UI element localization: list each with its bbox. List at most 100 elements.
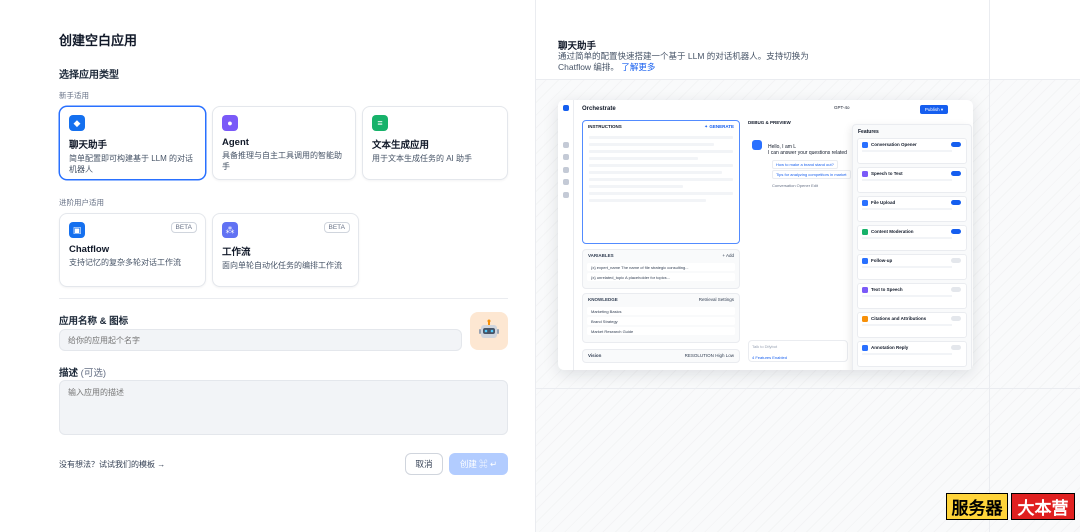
app-desc-input[interactable] (59, 380, 508, 435)
mini-text-line (589, 164, 733, 167)
mini-resolution-label: RESOLUTION (684, 353, 714, 358)
mini-chat-input: Talk to Difybot 4 Features Enabled (748, 340, 848, 362)
mini-text-line (862, 179, 952, 181)
mini-feature-name: Follow-up (871, 258, 893, 263)
mini-kb-row: Brand Strategy (587, 317, 735, 325)
mini-chat-line: I can answer your questions related (768, 150, 847, 156)
mini-add-label: + Add (722, 253, 734, 258)
mini-sidebar (558, 100, 574, 370)
app-type-card-chatbot[interactable]: ◆ 聊天助手 简单配置即可构建基于 LLM 的对话机器人 (59, 106, 206, 180)
mini-text-line (589, 192, 733, 195)
mini-feature-item: Speech to Text (857, 167, 967, 193)
beta-badge: BETA (323, 222, 350, 233)
mini-feature-name: Content Moderation (871, 229, 914, 234)
watermark-part1: 服务器 (946, 493, 1008, 520)
mini-feature-icon (862, 316, 868, 322)
try-templates-link[interactable]: 没有想法？试试我们的模板 → (59, 459, 165, 470)
card-title: Chatflow (69, 244, 110, 255)
agent-icon: ● (222, 115, 238, 131)
mini-text-line (862, 150, 952, 152)
create-button[interactable]: 创建 ⌘ ↵ (449, 453, 508, 475)
mini-features-enabled: 4 Features Enabled (752, 355, 787, 360)
beginner-group-label: 新手适用 (59, 91, 89, 100)
card-desc: 支持记忆的复杂多轮对话工作流 (69, 258, 181, 267)
mini-feature-icon (862, 142, 868, 148)
app-type-card-chatflow[interactable]: ▣ BETA Chatflow 支持记忆的复杂多轮对话工作流 (59, 213, 206, 287)
mini-nav-icon (563, 192, 569, 198)
mini-text-line (589, 171, 722, 174)
optional-hint: (可选) (80, 368, 106, 379)
mini-feature-item: Citations and Attributions (857, 312, 967, 338)
mini-opener-label: Conversation Opener Edit (772, 183, 819, 188)
app-name-label: 应用名称 & 图标 (59, 316, 129, 327)
card-title: 聊天助手 (69, 140, 108, 151)
mini-bot-avatar (752, 140, 762, 150)
cancel-button[interactable]: 取消 (405, 453, 443, 475)
mini-variables-panel: VARIABLES + Add {x} expert_name The name… (582, 249, 740, 289)
card-desc: 简单配置即可构建基于 LLM 的对话机器人 (69, 154, 194, 174)
card-title: 文本生成应用 (372, 140, 430, 151)
mini-nav-icon (563, 142, 569, 148)
card-title: 工作流 (222, 247, 251, 258)
mini-text-line (589, 136, 733, 139)
card-desc: 具备推理与自主工具调用的智能助手 (222, 151, 342, 171)
mini-kb-row: Market Research Guide (587, 327, 735, 335)
mini-vision-header: Vision RESOLUTION High Low (583, 350, 739, 361)
mini-high-label: High (715, 353, 725, 358)
mini-text-line (862, 295, 952, 297)
mini-text-line (862, 324, 952, 326)
mini-feature-item: Conversation Opener (857, 138, 967, 164)
beta-badge: BETA (170, 222, 197, 233)
mini-features-list: Conversation Opener Speech to Text File Up… (853, 138, 971, 367)
mini-feature-name: File Upload (871, 200, 896, 205)
mini-feature-toggle (951, 142, 961, 147)
learn-more-link[interactable]: 了解更多 (621, 62, 655, 72)
mini-feature-icon (862, 345, 868, 351)
mini-features-title: Features (858, 129, 879, 135)
grid-line (536, 388, 1080, 389)
mini-vision-panel: Vision RESOLUTION High Low (582, 349, 740, 363)
mini-model-label: GPT-4o (834, 105, 850, 110)
mini-feature-item: Follow-up (857, 254, 967, 280)
chatflow-icon: ▣ (69, 222, 85, 238)
app-icon-picker[interactable] (470, 312, 508, 350)
app-type-card-completion[interactable]: ≡ 文本生成应用 用于文本生成任务的 AI 助手 (362, 106, 508, 180)
mini-low-label: Low (725, 353, 734, 358)
mini-feature-item: Content Moderation (857, 225, 967, 251)
mini-feature-toggle (951, 171, 961, 176)
mini-text-line (862, 208, 952, 210)
mini-nav-icon (563, 179, 569, 185)
mini-text-line (862, 237, 952, 239)
card-desc: 面向单轮自动化任务的编排工作流 (222, 261, 342, 270)
mini-feature-icon (862, 229, 868, 235)
preview-title: 聊天助手 (558, 41, 597, 52)
mini-feature-toggle (951, 258, 961, 263)
workflow-icon: ⁂ (222, 222, 238, 238)
mini-feature-name: Conversation Opener (871, 142, 917, 147)
app-name-input[interactable] (59, 329, 462, 351)
desc-label-text: 描述 (59, 368, 79, 379)
mini-var-row: {x} unrelated_topic A placeholder for to… (587, 273, 735, 281)
mini-suggestion: Tips for analyzing competitors in market (772, 170, 851, 179)
mini-feature-name: Speech to Text (871, 171, 903, 176)
mini-feature-name: Text to Speech (871, 287, 903, 292)
mini-variables-header: VARIABLES + Add (583, 250, 739, 261)
preview-desc-text: 通过简单的配置快速搭建一个基于 LLM 的对话机器人。支持切换为 Chatflo… (558, 51, 809, 72)
mini-knowledge-label: KNOWLEDGE (588, 297, 618, 302)
mini-feature-name: Citations and Attributions (871, 316, 927, 321)
mini-text-line (589, 178, 733, 181)
divider (59, 298, 508, 299)
mini-feature-toggle (951, 229, 961, 234)
desc-label: 描述 (可选) (59, 365, 106, 379)
mini-generate-label: ✦ GENERATE (704, 124, 734, 129)
mini-publish-button: Publish ▾ (920, 105, 948, 114)
app-type-card-workflow[interactable]: ⁂ BETA 工作流 面向单轮自动化任务的编排工作流 (212, 213, 359, 287)
mini-features-panel: Features Conversation Opener Speech to Te… (852, 124, 972, 370)
create-app-form: 创建空白应用 选择应用类型 新手适用 ◆ 聊天助手 简单配置即可构建基于 LLM… (0, 0, 535, 532)
mini-knowledge-header: KNOWLEDGE Retrieval Settings (583, 294, 739, 305)
preview-desc: 通过简单的配置快速搭建一个基于 LLM 的对话机器人。支持切换为 Chatflo… (558, 51, 823, 73)
app-type-card-agent[interactable]: ● Agent 具备推理与自主工具调用的智能助手 (212, 106, 356, 180)
mini-instructions-header: INSTRUCTIONS ✦ GENERATE (583, 121, 739, 132)
mini-feature-toggle (951, 287, 961, 292)
mini-debug-title: DEBUG & PREVIEW (748, 120, 791, 125)
